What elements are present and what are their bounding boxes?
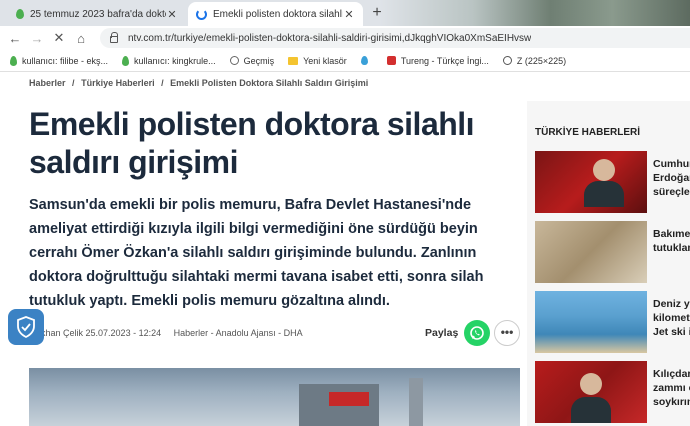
- sidebar-turkiye-haberleri: TÜRKİYE HABERLERİ Cumhurb Erdoğan süreçl…: [527, 101, 690, 426]
- news-thumbnail: [535, 291, 647, 353]
- bookmark-drop[interactable]: [360, 56, 373, 65]
- breadcrumb-separator: /: [72, 78, 75, 88]
- lock-icon: [110, 31, 118, 43]
- news-headline: Cumhurb Erdoğan süreçle: [653, 158, 690, 198]
- tab-strip: 25 temmuz 2023 bafra'da doktor ✕ Emekli …: [0, 0, 690, 26]
- tab-title: Emekli polisten doktora silahlı sal: [213, 8, 343, 20]
- url-text: ntv.com.tr/turkiye/emekli-polisten-dokto…: [128, 32, 532, 44]
- category-source[interactable]: Haberler - Anadolu Ajansı - DHA: [174, 328, 303, 338]
- stop-loading-button[interactable]: ✕: [48, 30, 70, 46]
- page-content: Haberler / Türkiye Haberleri / Emekli Po…: [0, 73, 690, 426]
- forward-button[interactable]: →: [26, 31, 48, 46]
- bookmark-label: Z (225×225): [516, 55, 567, 66]
- breadcrumb-current: Emekli Polisten Doktora Silahlı Saldırı …: [170, 78, 369, 88]
- news-headline: Bakımev tutukland: [653, 228, 690, 254]
- person-shape: [571, 397, 611, 423]
- breadcrumb-haberler[interactable]: Haberler: [29, 78, 66, 88]
- globe-icon: [502, 56, 512, 65]
- privacy-shield-button[interactable]: [8, 309, 44, 345]
- news-thumbnail: [535, 151, 647, 213]
- whatsapp-icon: [470, 326, 484, 340]
- bookmarks-bar: kullanıcı: filibe - ekş... kullanıcı: ki…: [0, 50, 690, 72]
- bookmark-history[interactable]: Geçmiş: [229, 55, 275, 66]
- breadcrumb: Haberler / Türkiye Haberleri / Emekli Po…: [29, 78, 372, 88]
- news-headline: Deniz ya kilometr Jet ski i: [653, 298, 690, 338]
- breadcrumb-turkiye[interactable]: Türkiye Haberleri: [81, 78, 155, 88]
- sidebar-news-item[interactable]: Deniz ya kilometr Jet ski i: [535, 291, 690, 353]
- news-thumbnail: [535, 361, 647, 423]
- news-thumbnail: [535, 221, 647, 283]
- new-tab-button[interactable]: +: [367, 3, 387, 23]
- pillar-shape: [409, 378, 423, 426]
- article-hero-image: [29, 368, 520, 426]
- whatsapp-share-button[interactable]: [464, 320, 490, 346]
- breadcrumb-separator: /: [161, 78, 164, 88]
- person-shape: [584, 181, 624, 207]
- tab-title: 25 temmuz 2023 bafra'da doktor: [30, 8, 166, 20]
- leaf-icon: [10, 55, 17, 66]
- tab-bafra[interactable]: 25 temmuz 2023 bafra'da doktor ✕: [8, 2, 186, 26]
- article-meta: Gökhan Çelik 25.07.2023 - 12:24 Haberler…: [29, 328, 303, 338]
- person-shape: [580, 373, 602, 395]
- shield-check-icon: [17, 316, 35, 339]
- article-summary: Samsun'da emekli bir polis memuru, Bafra…: [29, 197, 484, 309]
- close-tab-icon[interactable]: ✕: [166, 8, 178, 21]
- folder-icon: [288, 56, 299, 65]
- sidebar-news-item[interactable]: Bakımev tutukland: [535, 221, 690, 283]
- history-icon: [229, 56, 239, 65]
- browser-toolbar: ← → ✕ ⌂ ntv.com.tr/turkiye/emekli-polist…: [0, 26, 690, 50]
- person-shape: [593, 159, 615, 181]
- more-share-button[interactable]: •••: [494, 320, 520, 346]
- bookmark-label: Geçmiş: [243, 55, 275, 66]
- sidebar-title: TÜRKİYE HABERLERİ: [535, 127, 641, 138]
- author-date: Gökhan Çelik 25.07.2023 - 12:24: [29, 328, 162, 338]
- bookmark-label: kullanıcı: filibe - ekş...: [22, 55, 109, 66]
- sidebar-news-item[interactable]: Kılıçdar zammı e soykırım: [535, 361, 690, 423]
- bookmark-label: Yeni klasör: [303, 55, 347, 66]
- bookmark-tureng[interactable]: Tureng - Türkçe İngi...: [386, 55, 489, 66]
- share-label: Paylaş: [425, 327, 459, 339]
- bookmark-filibe[interactable]: kullanıcı: filibe - ekş...: [10, 55, 109, 66]
- tureng-icon: [386, 56, 396, 65]
- bookmark-label: Tureng - Türkçe İngi...: [400, 55, 489, 66]
- close-tab-icon[interactable]: ✕: [343, 8, 355, 21]
- leaf-favicon-icon: [16, 9, 24, 19]
- drop-icon: [360, 56, 368, 65]
- sign-shape: [329, 392, 369, 406]
- bookmark-label: kullanıcı: kingkrule...: [134, 55, 216, 66]
- sidebar-news-item[interactable]: Cumhurb Erdoğan süreçle: [535, 151, 690, 213]
- news-headline: Kılıçdar zammı e soykırım: [653, 368, 690, 408]
- tab-active-article[interactable]: Emekli polisten doktora silahlı sal ✕: [188, 2, 363, 26]
- leaf-icon: [122, 55, 130, 66]
- loading-spinner-icon: [196, 8, 207, 20]
- page-title: Emekli polisten doktora silahlı saldırı …: [29, 106, 475, 180]
- home-button[interactable]: ⌂: [70, 31, 92, 46]
- bookmark-z[interactable]: Z (225×225): [502, 55, 567, 66]
- window-background-image: [380, 0, 690, 26]
- back-button[interactable]: ←: [4, 31, 26, 46]
- bookmark-folder[interactable]: Yeni klasör: [288, 56, 347, 66]
- bookmark-kingkrule[interactable]: kullanıcı: kingkrule...: [122, 55, 216, 66]
- address-bar[interactable]: ntv.com.tr/turkiye/emekli-polisten-dokto…: [100, 28, 690, 48]
